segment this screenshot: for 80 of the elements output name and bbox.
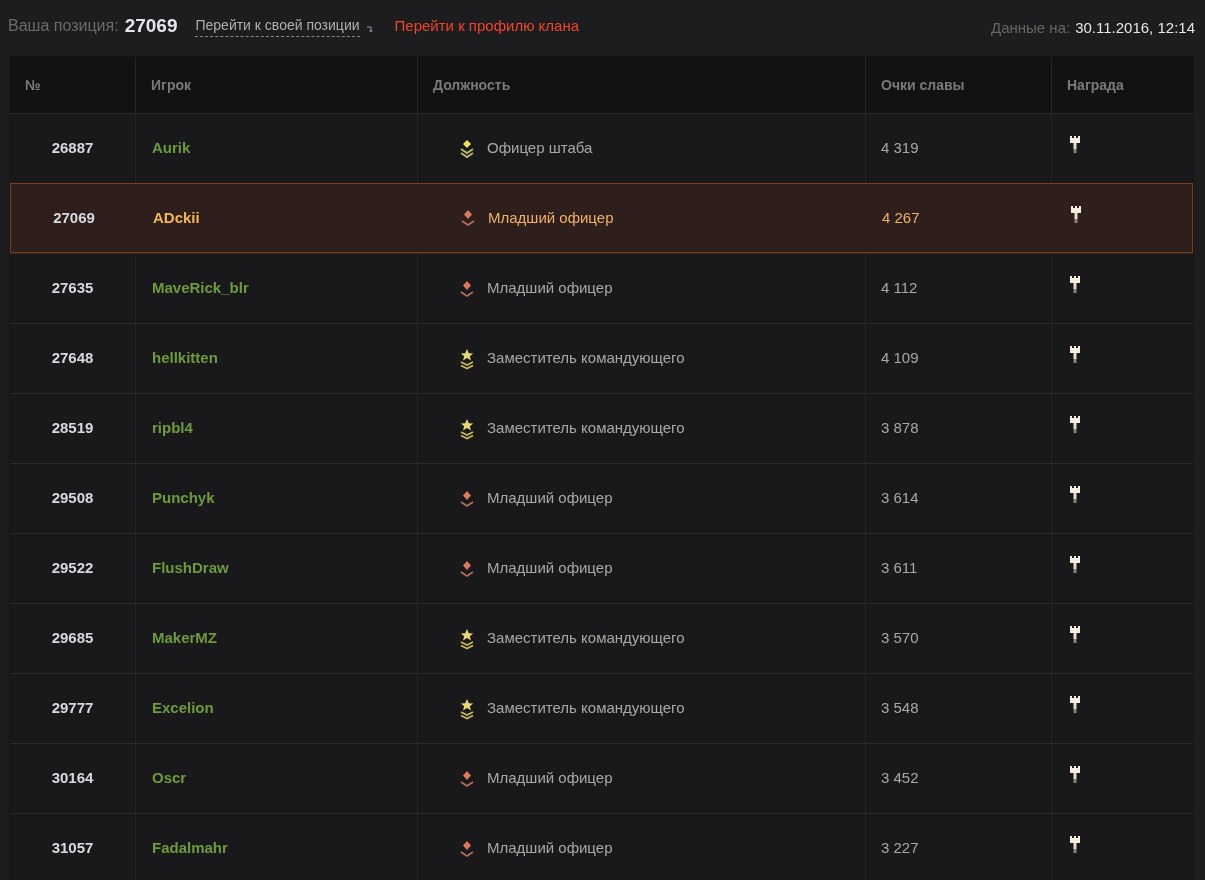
brush-icon bbox=[1070, 204, 1082, 224]
clan-profile-link[interactable]: Перейти к профилю клана bbox=[394, 14, 579, 38]
brush-icon bbox=[1069, 275, 1081, 294]
brush-icon bbox=[1069, 345, 1081, 364]
position-number: 30164 bbox=[51, 768, 94, 789]
position-label: Ваша позиция: bbox=[8, 16, 119, 36]
position-number: 29522 bbox=[51, 558, 94, 579]
brush-icon bbox=[1069, 765, 1081, 784]
goto-position-link[interactable]: Перейти к своей позиции bbox=[195, 15, 360, 37]
brush-icon bbox=[1069, 485, 1081, 504]
player-name[interactable]: ripbl4 bbox=[152, 417, 193, 440]
position-number: 27648 bbox=[51, 348, 94, 369]
table-row[interactable]: 27069 ADckii Младший офицер 4 267 bbox=[10, 183, 1193, 253]
player-name[interactable]: hellkitten bbox=[152, 347, 218, 370]
rank-title: Младший офицер bbox=[487, 768, 613, 789]
table-row[interactable]: 29522 FlushDraw Младший офицер 3 611 bbox=[10, 533, 1193, 603]
rank-title: Заместитель командующего bbox=[487, 698, 685, 719]
fame-points: 3 452 bbox=[881, 768, 919, 789]
position-value: 27069 bbox=[124, 13, 178, 38]
player-name[interactable]: MakerMZ bbox=[152, 627, 218, 650]
diamond-chevron-icon bbox=[459, 138, 475, 159]
table-row[interactable]: 26887 Aurik Офицер штаба 4 319 bbox=[10, 113, 1193, 183]
fame-points: 4 112 bbox=[881, 278, 918, 299]
table-row[interactable]: 28519 ripbl4 Заместитель командующего 3 878 bbox=[10, 393, 1193, 463]
position-number: 27069 bbox=[53, 207, 95, 228]
star-chevron-icon bbox=[459, 417, 475, 440]
player-name[interactable]: Aurik bbox=[152, 137, 191, 160]
player-name[interactable]: Fadalmahr bbox=[152, 837, 228, 860]
position-number: 29685 bbox=[51, 628, 94, 649]
position-number: 28519 bbox=[51, 418, 94, 439]
rank-title: Младший офицер bbox=[487, 278, 613, 299]
rank-title: Младший офицер bbox=[488, 207, 614, 228]
rank-title: Младший офицер bbox=[487, 488, 613, 509]
player-name[interactable]: FlushDraw bbox=[152, 557, 229, 580]
brush-icon bbox=[1069, 555, 1081, 574]
table-row[interactable]: 29508 Punchyk Младший офицер 3 614 bbox=[10, 463, 1193, 533]
table-row[interactable]: 29777 Excelion Заместитель командующего 3 548 bbox=[10, 673, 1193, 743]
position-number: 31057 bbox=[51, 838, 94, 859]
brush-icon bbox=[1069, 135, 1081, 154]
position-number: 29777 bbox=[51, 698, 94, 719]
player-name[interactable]: Oscr bbox=[152, 767, 187, 790]
table-row[interactable]: 30164 Oscr Младший офицер 3 452 bbox=[10, 743, 1193, 813]
player-name[interactable]: Punchyk bbox=[152, 487, 215, 510]
table-row[interactable]: 31057 Fadalmahr Младший офицер 3 227 bbox=[10, 813, 1193, 880]
rank-title: Заместитель командующего bbox=[487, 348, 685, 369]
brush-icon bbox=[1069, 415, 1081, 434]
player-name[interactable]: Excelion bbox=[152, 697, 214, 720]
rank-title: Заместитель командующего bbox=[487, 628, 685, 649]
star-chevron-icon bbox=[459, 627, 475, 650]
down-arrow-icon bbox=[365, 25, 373, 33]
star-chevron-icon bbox=[459, 697, 475, 720]
star-chevron-icon bbox=[459, 347, 475, 370]
fame-points: 3 570 bbox=[881, 628, 919, 649]
rank-title: Офицер штаба bbox=[487, 138, 593, 159]
rank-title: Младший офицер bbox=[487, 838, 613, 859]
brush-icon bbox=[1069, 695, 1081, 714]
player-name[interactable]: MaveRick_blr bbox=[152, 277, 249, 300]
fame-points: 3 878 bbox=[881, 418, 919, 439]
fame-points: 4 319 bbox=[881, 138, 919, 159]
rank-title: Младший офицер bbox=[487, 558, 613, 579]
fame-points: 4 109 bbox=[881, 348, 919, 369]
position-number: 27635 bbox=[51, 278, 94, 299]
position-number: 29508 bbox=[51, 488, 94, 509]
diamond-chevron-icon bbox=[460, 208, 476, 228]
position-number: 26887 bbox=[51, 138, 94, 159]
player-name[interactable]: ADckii bbox=[153, 206, 200, 230]
fame-points: 3 614 bbox=[881, 488, 919, 509]
fame-points: 4 267 bbox=[882, 207, 920, 228]
fame-points: 3 227 bbox=[881, 838, 919, 859]
brush-icon bbox=[1069, 625, 1081, 644]
table-row[interactable]: 27648 hellkitten Заместитель командующего 4 109 bbox=[10, 323, 1193, 393]
table-row[interactable]: 29685 MakerMZ Заместитель командующего 3 570 bbox=[10, 603, 1193, 673]
table-row[interactable]: 27635 MaveRick_blr Младший офицер 4 112 bbox=[10, 253, 1193, 323]
rank-title: Заместитель командующего bbox=[487, 418, 685, 439]
brush-icon bbox=[1069, 835, 1081, 854]
column-header: Награда bbox=[1066, 75, 1125, 95]
fame-points: 3 548 bbox=[881, 698, 919, 719]
data-date-label: Данные на: bbox=[991, 17, 1071, 38]
fame-points: 3 611 bbox=[881, 558, 918, 579]
data-date-value: 30.11.2016, 12:14 bbox=[1075, 17, 1195, 38]
